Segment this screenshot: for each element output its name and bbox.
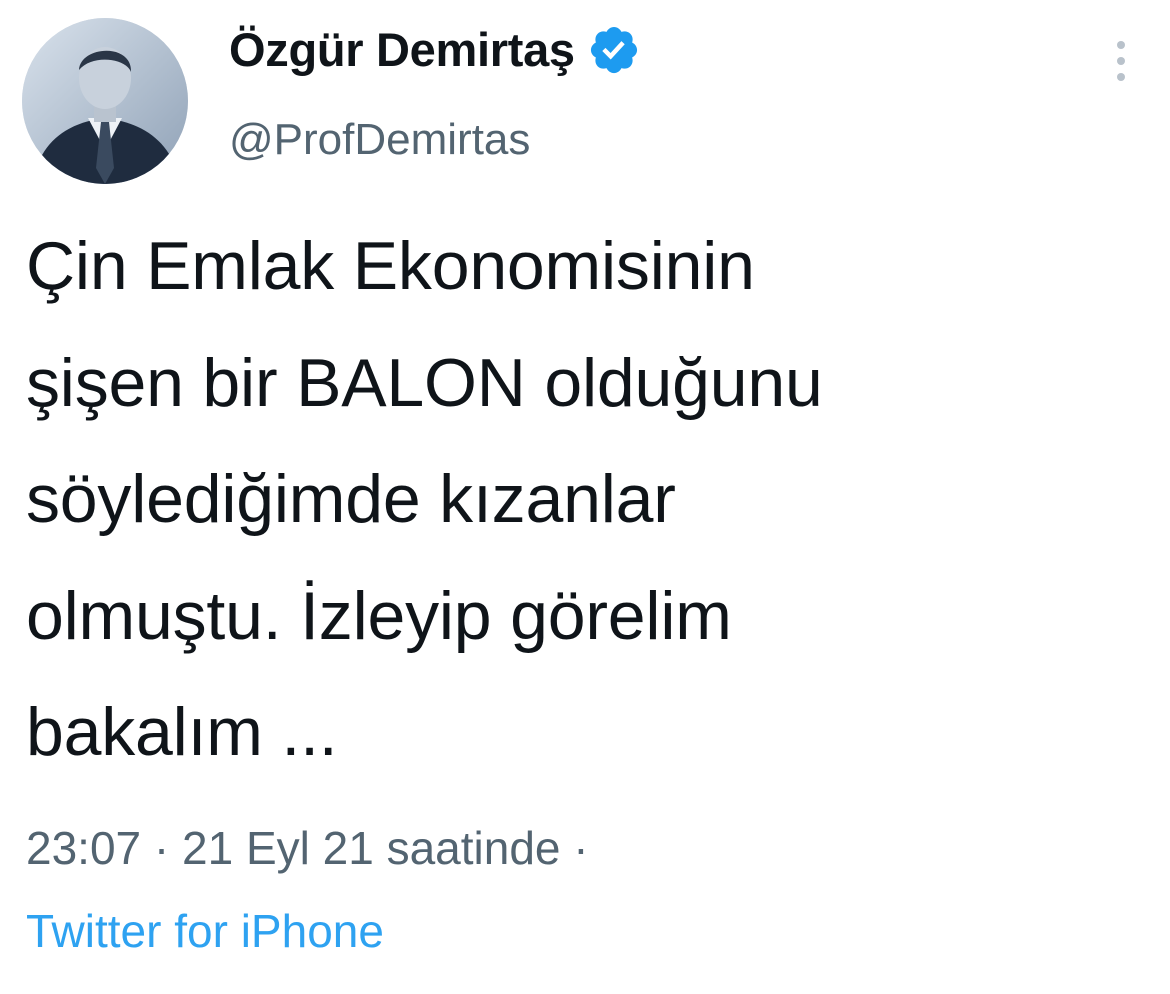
meta-separator-trailing: ·	[573, 822, 589, 874]
tweet-text-line: olmuştu. İzleyip görelim	[26, 577, 732, 654]
tweet-time[interactable]: 23:07	[26, 822, 141, 874]
more-options-button[interactable]	[1104, 36, 1138, 86]
author-display-name-row[interactable]: Özgür Demirtaş	[229, 20, 641, 80]
author-handle[interactable]: @ProfDemirtas	[229, 112, 530, 168]
tweet-source-link[interactable]: Twitter for iPhone	[26, 900, 384, 962]
tweet-text-line: Çin Emlak Ekonomisinin	[26, 228, 755, 304]
avatar[interactable]	[22, 18, 188, 184]
tweet-text-line: şişen bir BALON olduğunu	[26, 344, 823, 421]
tweet-text-line: bakalım ...	[26, 694, 338, 770]
more-options-icon	[1117, 41, 1125, 81]
tweet-date[interactable]: 21 Eyl 21 saatinde	[182, 822, 561, 874]
author-display-name[interactable]: Özgür Demirtaş	[229, 20, 575, 80]
tweet-text: Çin Emlak Ekonomisinin şişen bir BALON o…	[26, 208, 1136, 791]
meta-separator: ·	[153, 822, 170, 874]
verified-badge-icon	[587, 23, 641, 77]
tweet-timestamp-row: 23:07 · 21 Eyl 21 saatinde ·	[26, 817, 589, 879]
avatar-image	[22, 18, 188, 184]
tweet-text-line: söylediğimde kızanlar	[26, 461, 676, 537]
